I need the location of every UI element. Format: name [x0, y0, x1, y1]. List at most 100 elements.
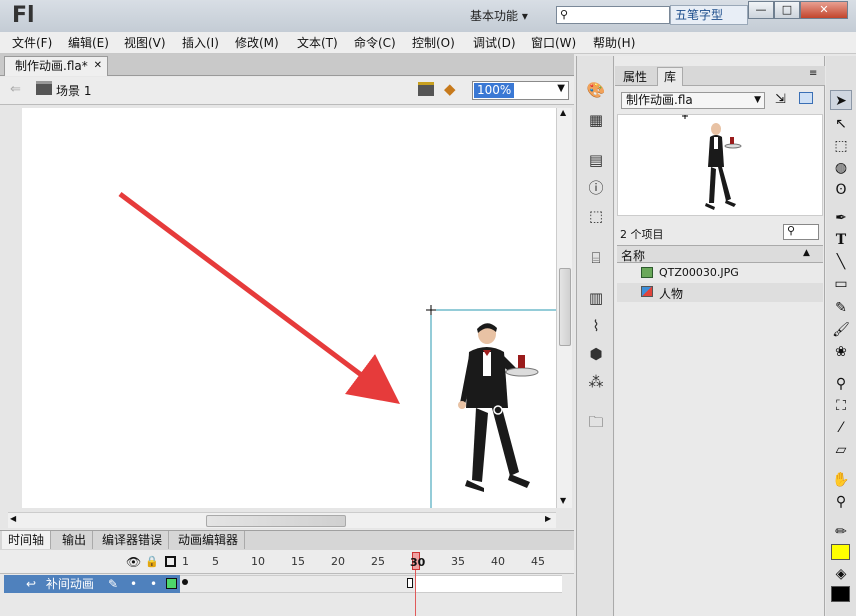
menu-edit[interactable]: 编辑(E) [66, 32, 111, 54]
tab-library[interactable]: 库 [657, 67, 684, 86]
pin-library-icon[interactable]: ⇲ [775, 92, 786, 107]
tab-motion-editor[interactable]: 动画编辑器 [172, 531, 246, 549]
eye-icon[interactable]: 👁 [126, 555, 141, 569]
pencil-tool-icon[interactable]: ✎ [830, 298, 852, 318]
free-transform-tool-icon[interactable]: ⬚ [830, 136, 852, 156]
menu-insert[interactable]: 插入(I) [180, 32, 221, 54]
color-palette-icon[interactable]: 🎨 [585, 80, 607, 100]
scene-label[interactable]: 场景 1 [56, 82, 91, 99]
line-tool-icon[interactable]: ╲ [830, 252, 852, 272]
panel-icon-strip: 🎨 ▦ ▤ ⓘ ⬚ ⌸ ▥ ⌇ ⬢ ⁂ 🗀 [576, 56, 614, 616]
zoom-tool-icon[interactable]: ⚲ [830, 492, 852, 512]
zoom-select[interactable]: 100% ▼ [472, 81, 569, 100]
stroke-color-pencil-icon[interactable]: ✏ [830, 522, 852, 542]
layer-row[interactable]: ↩ 补间动画 ✎ • • [4, 575, 180, 593]
document-tab[interactable]: 制作动画.fla* ✕ [4, 56, 108, 76]
chevron-up-icon[interactable]: ▲ [560, 108, 566, 117]
transform-icon[interactable]: ⬚ [585, 206, 607, 226]
close-icon[interactable]: ✕ [94, 57, 102, 75]
tween-span[interactable] [180, 576, 416, 592]
outline-icon[interactable] [165, 556, 176, 567]
3d-rotation-tool-icon[interactable]: ◍ [830, 158, 852, 178]
keyframe-icon[interactable] [182, 579, 188, 585]
library-column-header[interactable]: 名称 ▲ [617, 245, 823, 263]
menu-modify[interactable]: 修改(M) [233, 32, 281, 54]
project-folder-icon[interactable]: 🗀 [585, 412, 607, 432]
components-icon[interactable]: ⌸ [585, 248, 607, 268]
stage-vertical-scrollbar[interactable]: ▲ ▼ [556, 108, 572, 508]
align-icon[interactable]: ▤ [585, 150, 607, 170]
layer-type-icon: ↩ [26, 577, 37, 591]
bone-tool-icon[interactable]: ⚲ [830, 374, 852, 394]
menu-window[interactable]: 窗口(W) [529, 32, 578, 54]
ime-status[interactable]: 五笔字型 [670, 5, 748, 25]
close-button[interactable]: ✕ [800, 1, 848, 19]
chevron-right-icon[interactable]: ▶ [545, 514, 551, 523]
library-item[interactable]: QTZ00030.JPG [617, 264, 823, 283]
library-search-input[interactable]: ⚲ [783, 224, 819, 240]
fill-bucket-icon[interactable]: ◈ [830, 564, 852, 584]
info-icon[interactable]: ⓘ [585, 178, 607, 198]
layer-color-swatch[interactable] [166, 578, 177, 589]
sort-icon[interactable]: ▲ [803, 248, 810, 258]
maximize-button[interactable]: □ [774, 1, 800, 19]
stage-horizontal-scrollbar[interactable]: ◀ ▶ [8, 512, 556, 528]
cubes-icon[interactable]: ⬢ [585, 344, 607, 364]
stage-drawing [118, 192, 556, 508]
layer-name[interactable]: 补间动画 [40, 577, 94, 591]
library-item[interactable]: 人物 [617, 283, 823, 302]
lock-dot[interactable]: • [150, 575, 157, 593]
panel-menu-icon[interactable]: ≡ [809, 68, 817, 79]
eyedropper-tool-icon[interactable]: ⁄ [830, 418, 852, 438]
paint-bucket-tool-icon[interactable]: ⛶ [830, 396, 852, 416]
brush-tool-icon[interactable]: 🖌 [830, 320, 852, 340]
menu-debug[interactable]: 调试(D) [471, 32, 518, 54]
hand-tool-icon[interactable]: ✋ [830, 470, 852, 490]
deco-tool-icon[interactable]: ❀ [830, 342, 852, 362]
workspace-switcher[interactable]: 基本功能 ▾ [464, 6, 546, 26]
menu-view[interactable]: 视图(V) [122, 32, 168, 54]
text-tool-icon[interactable]: T [830, 230, 852, 250]
pen-tool-icon[interactable]: ✒ [830, 208, 852, 228]
chevron-down-icon[interactable]: ▼ [560, 496, 566, 505]
pencil-icon[interactable]: ✎ [108, 575, 118, 593]
stage-canvas[interactable] [22, 108, 556, 508]
library-books-icon[interactable]: ▥ [585, 288, 607, 308]
selection-tool-icon[interactable]: ➤ [830, 90, 852, 110]
preview-waiter [705, 123, 742, 210]
bitmap-icon [641, 267, 653, 278]
rectangle-tool-icon[interactable]: ▭ [830, 274, 852, 294]
swatches-icon[interactable]: ▦ [585, 110, 607, 130]
eraser-tool-icon[interactable]: ▱ [830, 440, 852, 460]
visibility-dot[interactable]: • [130, 575, 137, 593]
menu-commands[interactable]: 命令(C) [352, 32, 398, 54]
search-box[interactable]: ⚲ [556, 6, 670, 24]
movie-explorer-icon[interactable]: ⁂ [585, 372, 607, 392]
tab-output[interactable]: 输出 [56, 531, 94, 549]
scroll-thumb[interactable] [206, 515, 346, 527]
menu-file[interactable]: 文件(F) [10, 32, 54, 54]
chevron-left-icon[interactable]: ◀ [10, 514, 16, 523]
library-file-select[interactable]: 制作动画.fla ▼ [621, 92, 765, 109]
new-library-panel-icon[interactable] [799, 92, 813, 104]
edit-scene-icon[interactable] [418, 82, 434, 96]
lasso-tool-icon[interactable]: ʘ [830, 180, 852, 200]
subselection-tool-icon[interactable]: ↖ [830, 114, 852, 134]
library-panel: 属性 库 ≡ 制作动画.fla ▼ ⇲ 2 个项目 ⚲ 名称 ▲ QTZ0003… [615, 56, 825, 616]
tab-properties[interactable]: 属性 [619, 68, 651, 85]
minimize-button[interactable]: — [748, 1, 774, 19]
tab-compiler-errors[interactable]: 编译器错误 [96, 531, 170, 549]
stroke-color-swatch[interactable] [831, 586, 850, 602]
scroll-thumb[interactable] [559, 268, 571, 346]
menu-help[interactable]: 帮助(H) [591, 32, 637, 54]
back-arrow-icon[interactable]: ⇐ [10, 82, 21, 97]
menu-text[interactable]: 文本(T) [295, 32, 340, 54]
menu-control[interactable]: 控制(O) [410, 32, 457, 54]
tab-timeline[interactable]: 时间轴 [2, 531, 52, 549]
edit-symbols-icon[interactable]: ◆ [444, 80, 456, 98]
fill-color-swatch[interactable] [831, 544, 850, 560]
actions-icon[interactable]: ⌇ [585, 316, 607, 336]
frame-track[interactable] [180, 575, 562, 593]
lock-icon[interactable]: 🔒 [145, 555, 159, 568]
waiter-character[interactable] [458, 323, 539, 492]
